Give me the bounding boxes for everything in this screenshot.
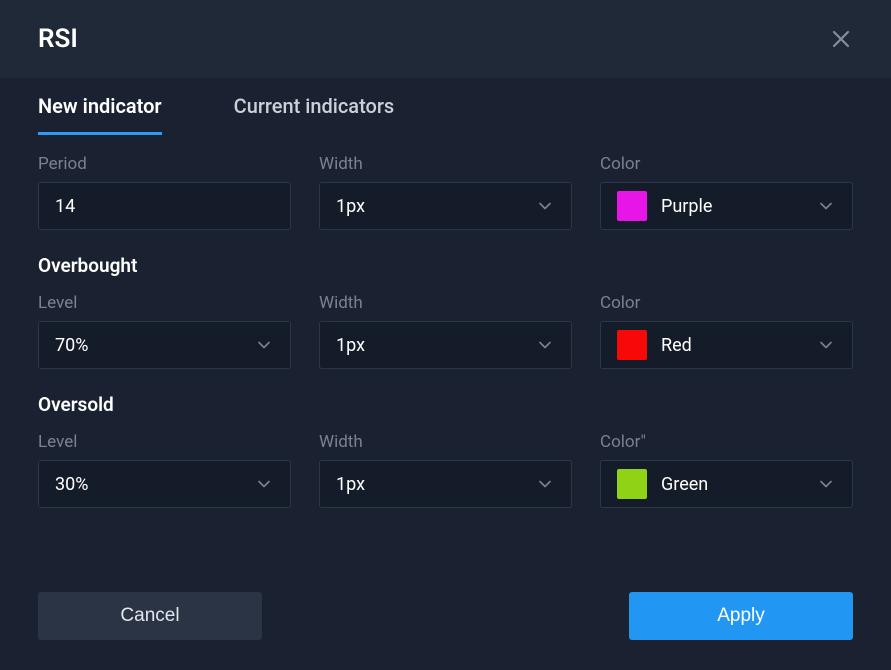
ob-color-field: Color Red xyxy=(600,293,853,369)
ob-level-field: Level 70% xyxy=(38,293,291,369)
tabs: New indicator Current indicators xyxy=(0,78,891,136)
chevron-down-icon xyxy=(535,474,555,494)
ob-color-value: Red xyxy=(661,335,692,356)
ob-width-field: Width 1px xyxy=(319,293,572,369)
close-icon[interactable] xyxy=(829,27,853,51)
os-level-value: 30% xyxy=(55,474,88,495)
os-color-swatch xyxy=(617,469,647,499)
ob-width-value: 1px xyxy=(336,335,365,356)
os-color-field: Color" Green xyxy=(600,432,853,508)
oversold-section-title: Oversold xyxy=(38,393,853,416)
ob-level-select[interactable]: 70% xyxy=(38,321,291,369)
chevron-down-icon xyxy=(816,335,836,355)
overbought-row: Level 70% Width 1px Color xyxy=(38,293,853,369)
ob-width-select[interactable]: 1px xyxy=(319,321,572,369)
ob-level-value: 70% xyxy=(55,335,88,356)
main-color-field: Color Purple xyxy=(600,154,853,230)
period-field: Period 14 xyxy=(38,154,291,230)
main-color-label: Color xyxy=(600,154,853,174)
os-level-label: Level xyxy=(38,432,291,452)
chevron-down-icon xyxy=(535,335,555,355)
os-color-value: Green xyxy=(661,474,708,495)
main-color-value: Purple xyxy=(661,196,712,217)
tab-current-indicators[interactable]: Current indicators xyxy=(234,78,395,135)
period-value: 14 xyxy=(55,196,75,217)
tab-new-indicator[interactable]: New indicator xyxy=(38,78,162,135)
main-color-select[interactable]: Purple xyxy=(600,182,853,230)
cancel-button[interactable]: Cancel xyxy=(38,592,262,640)
chevron-down-icon xyxy=(816,196,836,216)
overbought-section-title: Overbought xyxy=(38,254,853,277)
main-width-select[interactable]: 1px xyxy=(319,182,572,230)
dialog-header: RSI xyxy=(0,0,891,78)
period-input[interactable]: 14 xyxy=(38,182,291,230)
os-color-label: Color" xyxy=(600,432,853,452)
os-color-select[interactable]: Green xyxy=(600,460,853,508)
dialog-content: Period 14 Width 1px Color xyxy=(0,136,891,568)
os-level-select[interactable]: 30% xyxy=(38,460,291,508)
main-row: Period 14 Width 1px Color xyxy=(38,154,853,230)
chevron-down-icon xyxy=(816,474,836,494)
os-width-label: Width xyxy=(319,432,572,452)
dialog-title: RSI xyxy=(38,24,78,54)
os-level-field: Level 30% xyxy=(38,432,291,508)
os-width-value: 1px xyxy=(336,474,365,495)
ob-color-label: Color xyxy=(600,293,853,313)
apply-button[interactable]: Apply xyxy=(629,592,853,640)
main-width-field: Width 1px xyxy=(319,154,572,230)
rsi-settings-dialog: RSI New indicator Current indicators Per… xyxy=(0,0,891,670)
chevron-down-icon xyxy=(535,196,555,216)
ob-color-swatch xyxy=(617,330,647,360)
chevron-down-icon xyxy=(254,335,274,355)
ob-level-label: Level xyxy=(38,293,291,313)
period-label: Period xyxy=(38,154,291,174)
chevron-down-icon xyxy=(254,474,274,494)
ob-width-label: Width xyxy=(319,293,572,313)
ob-color-select[interactable]: Red xyxy=(600,321,853,369)
main-color-swatch xyxy=(617,191,647,221)
os-width-field: Width 1px xyxy=(319,432,572,508)
main-width-value: 1px xyxy=(336,196,365,217)
dialog-footer: Cancel Apply xyxy=(0,568,891,670)
os-width-select[interactable]: 1px xyxy=(319,460,572,508)
oversold-row: Level 30% Width 1px Color" xyxy=(38,432,853,508)
main-width-label: Width xyxy=(319,154,572,174)
